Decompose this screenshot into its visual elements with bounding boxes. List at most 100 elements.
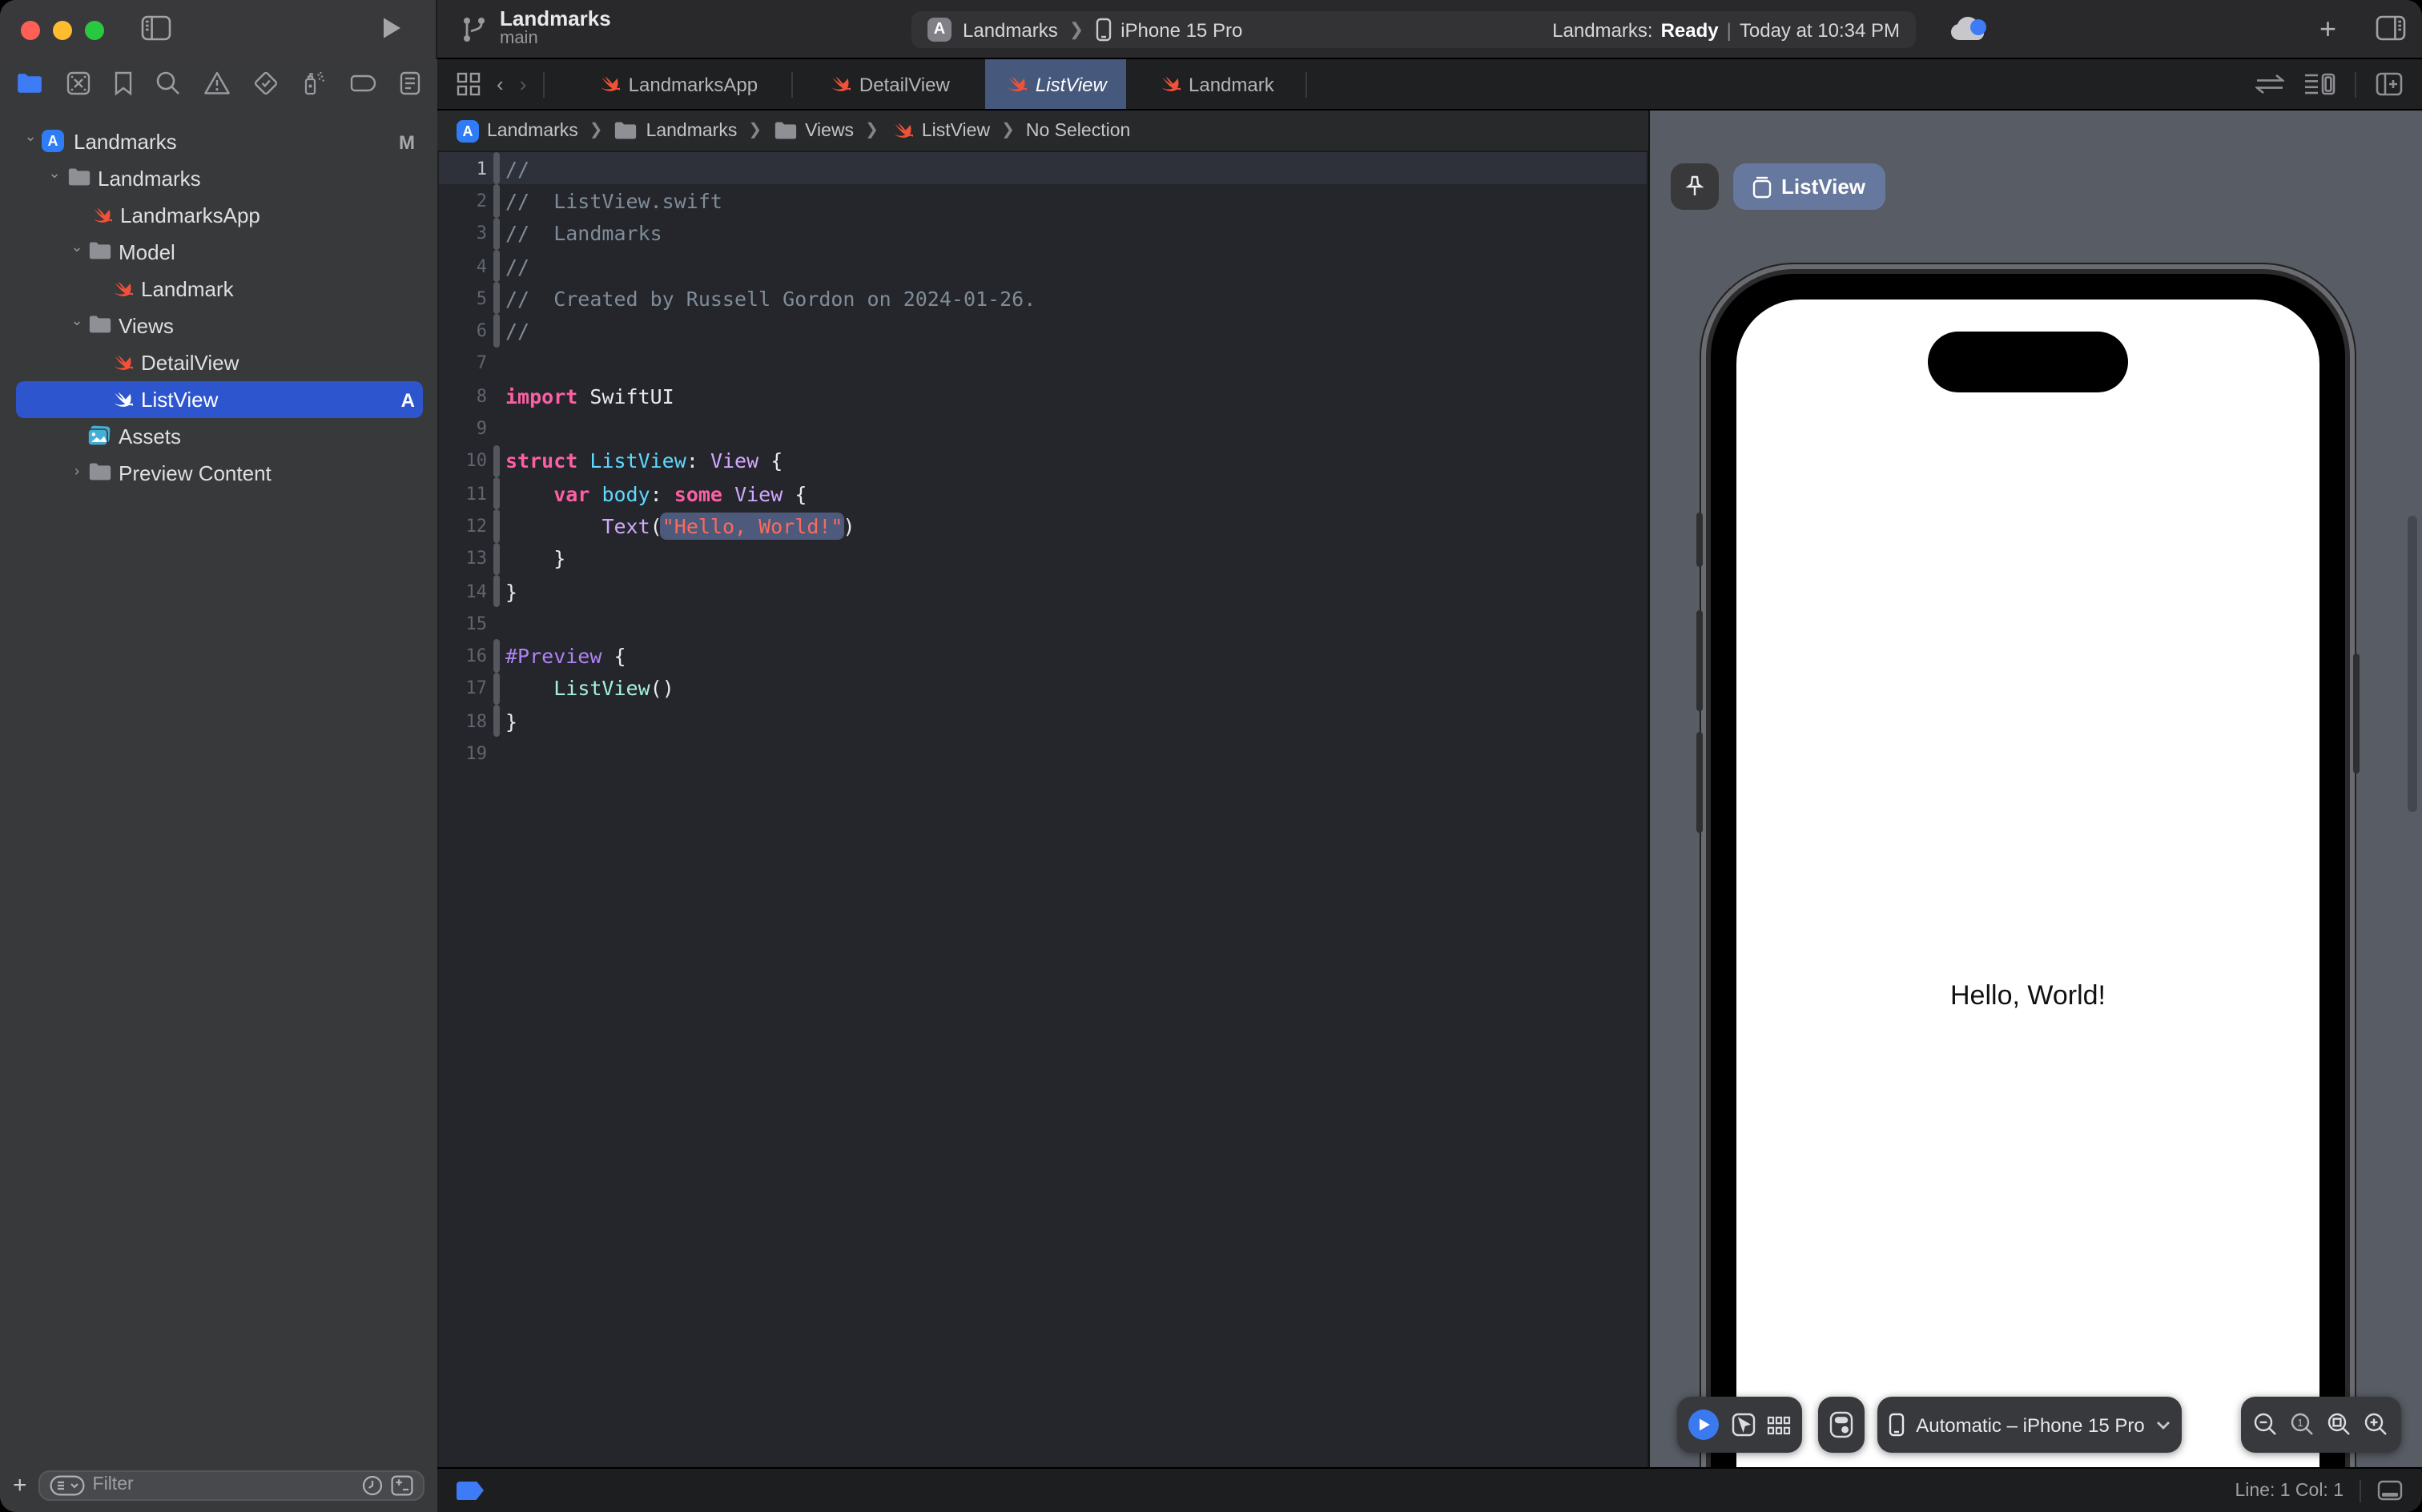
scheme-project-name[interactable]: Landmarks	[963, 18, 1058, 41]
navigate-back-icon[interactable]: ‹	[497, 72, 504, 96]
breadcrumb-views[interactable]: Views	[773, 120, 854, 141]
sidebar-item-landmarks[interactable]: ⌄ A Landmarks M	[0, 123, 437, 160]
disclosure-open-icon[interactable]: ⌄	[22, 128, 38, 146]
code-line-6[interactable]: 6 //	[439, 314, 1647, 348]
xcode-window: Landmarks main A Landmarks ❯ iPhone 15 P…	[0, 0, 2422, 1512]
navigate-forward-icon[interactable]: ›	[520, 72, 527, 96]
zoom-out-button[interactable]	[2254, 1413, 2278, 1437]
disclosure-open-icon[interactable]: ⌄	[69, 239, 85, 256]
run-button[interactable]	[381, 16, 402, 40]
device-settings-button[interactable]	[1818, 1397, 1865, 1453]
add-editor-icon[interactable]	[2376, 72, 2403, 96]
filter-field[interactable]: Filter	[38, 1470, 424, 1500]
swift-icon	[109, 351, 133, 375]
close-window-button[interactable]	[21, 20, 40, 39]
related-items-icon[interactable]	[457, 72, 481, 96]
zoom-window-button[interactable]	[85, 20, 104, 39]
selectable-mode-button[interactable]	[1731, 1413, 1755, 1437]
code-line-10[interactable]: 10 struct ListView: View {	[439, 444, 1647, 477]
zoom-in-button[interactable]	[2364, 1413, 2388, 1437]
sidebar-item-detailview[interactable]: DetailView	[0, 344, 437, 381]
recent-files-filter-icon[interactable]	[362, 1474, 383, 1495]
tab-detailview[interactable]: DetailView	[792, 59, 984, 109]
code-line-16[interactable]: 16 #Preview {	[439, 639, 1647, 673]
code-review-icon[interactable]	[2255, 74, 2284, 94]
breadcrumb-landmarks[interactable]: Landmarks	[614, 120, 737, 141]
code-line-9[interactable]: 9	[439, 412, 1647, 445]
scheme-selector[interactable]: A Landmarks ❯ iPhone 15 Pro Landmarks: R…	[911, 11, 1916, 48]
editor-options-icon[interactable]	[2303, 72, 2336, 96]
sidebar-item-landmarks[interactable]: ⌄ Landmarks	[0, 160, 437, 197]
disclosure-open-icon[interactable]: ⌄	[69, 312, 85, 330]
tab-listview[interactable]: ListView	[984, 59, 1126, 109]
tab-landmarksapp[interactable]: LandmarksApp	[563, 59, 791, 109]
code-line-15[interactable]: 15	[439, 607, 1647, 640]
tab-landmark[interactable]: Landmark	[1125, 59, 1305, 109]
source-control-filter-icon[interactable]	[391, 1474, 413, 1495]
toggle-debug-area-icon[interactable]	[2377, 1480, 2403, 1501]
code-line-2[interactable]: 2 // ListView.swift	[439, 184, 1647, 218]
find-navigator-icon[interactable]	[155, 70, 181, 96]
code-line-19[interactable]: 19	[439, 738, 1647, 770]
disclosure-closed-icon[interactable]: ›	[69, 463, 85, 479]
code-line-5[interactable]: 5 // Created by Russell Gordon on 2024-01…	[439, 282, 1647, 315]
code-line-18[interactable]: 18}	[439, 705, 1647, 738]
variants-mode-button[interactable]	[1767, 1415, 1791, 1434]
code-line-1[interactable]: 1 //	[439, 152, 1647, 185]
change-bar	[493, 412, 499, 445]
file-status-badge: A	[400, 388, 415, 411]
breadcrumb-listview[interactable]: ListView	[890, 119, 990, 143]
code-line-13[interactable]: 13 }	[439, 542, 1647, 575]
zoom-100-button[interactable]: 1	[2291, 1413, 2315, 1437]
code-line-17[interactable]: 17 ListView()	[439, 672, 1647, 706]
breadcrumb-no-selection[interactable]: No Selection	[1026, 121, 1130, 140]
add-file-button[interactable]: +	[13, 1471, 27, 1498]
sidebar-item-landmarksapp[interactable]: LandmarksApp	[0, 197, 437, 234]
code-line-7[interactable]: 7	[439, 348, 1647, 380]
source-control-navigator-icon[interactable]	[66, 70, 91, 96]
scheme-destination[interactable]: iPhone 15 Pro	[1120, 18, 1242, 41]
destination-device-icon	[1095, 18, 1111, 42]
filter-options-icon[interactable]	[50, 1474, 85, 1495]
canvas-scrollbar[interactable]	[2408, 516, 2417, 812]
sidebar-item-views[interactable]: ⌄ Views	[0, 308, 437, 344]
code-line-3[interactable]: 3 // Landmarks	[439, 217, 1647, 250]
code-line-14[interactable]: 14}	[439, 574, 1647, 608]
folder-icon	[67, 167, 91, 187]
code-line-11[interactable]: 11 var body: some View {	[439, 477, 1647, 510]
reports-navigator-icon[interactable]	[399, 70, 421, 96]
editor-bottom-bar: Line: 1 Col: 1	[437, 1467, 2422, 1512]
debug-navigator-icon[interactable]	[301, 70, 327, 96]
title-bar: Landmarks main A Landmarks ❯ iPhone 15 P…	[0, 0, 2422, 59]
sidebar-item-assets[interactable]: Assets	[0, 418, 437, 455]
sidebar-item-model[interactable]: ⌄ Model	[0, 234, 437, 271]
toggle-right-sidebar-icon[interactable]	[2376, 14, 2406, 42]
breadcrumb-landmarks[interactable]: A Landmarks	[457, 119, 578, 142]
source-editor[interactable]: 1 // 2 // ListView.swift 3 // Landmarks 4 // 5 //…	[439, 152, 1647, 1467]
issues-navigator-icon[interactable]	[203, 70, 231, 96]
tests-navigator-icon[interactable]	[253, 70, 279, 96]
preview-tab-listview[interactable]: ListView	[1733, 163, 1885, 210]
code-line-4[interactable]: 4 //	[439, 249, 1647, 283]
sidebar-item-listview[interactable]: ListView A	[0, 381, 437, 418]
minimize-window-button[interactable]	[53, 20, 72, 39]
code-line-12[interactable]: 12 Text("Hello, World!")	[439, 509, 1647, 543]
toggle-left-sidebar-icon[interactable]	[141, 14, 171, 42]
live-preview-button[interactable]	[1688, 1409, 1720, 1440]
line-number: 7	[476, 352, 487, 374]
folder-icon	[614, 120, 638, 141]
breakpoint-indicator[interactable]	[457, 1481, 484, 1500]
zoom-fit-button[interactable]	[2327, 1413, 2352, 1437]
breakpoints-navigator-icon[interactable]	[349, 74, 376, 93]
disclosure-open-icon[interactable]: ⌄	[46, 165, 62, 183]
pin-preview-button[interactable]	[1671, 163, 1719, 210]
preview-device-picker[interactable]: Automatic – iPhone 15 Pro	[1877, 1397, 2182, 1453]
iphone-15-pro-preview[interactable]: Hello, World!	[1696, 264, 2360, 1467]
sidebar-item-preview-content[interactable]: › Preview Content	[0, 455, 437, 492]
bookmarks-navigator-icon[interactable]	[114, 70, 133, 96]
sidebar-item-landmark[interactable]: Landmark	[0, 271, 437, 308]
code-line-8[interactable]: 8 import SwiftUI	[439, 380, 1647, 412]
project-navigator-icon[interactable]	[16, 72, 43, 94]
change-bar	[493, 574, 499, 608]
new-tab-button[interactable]: +	[2319, 13, 2336, 46]
